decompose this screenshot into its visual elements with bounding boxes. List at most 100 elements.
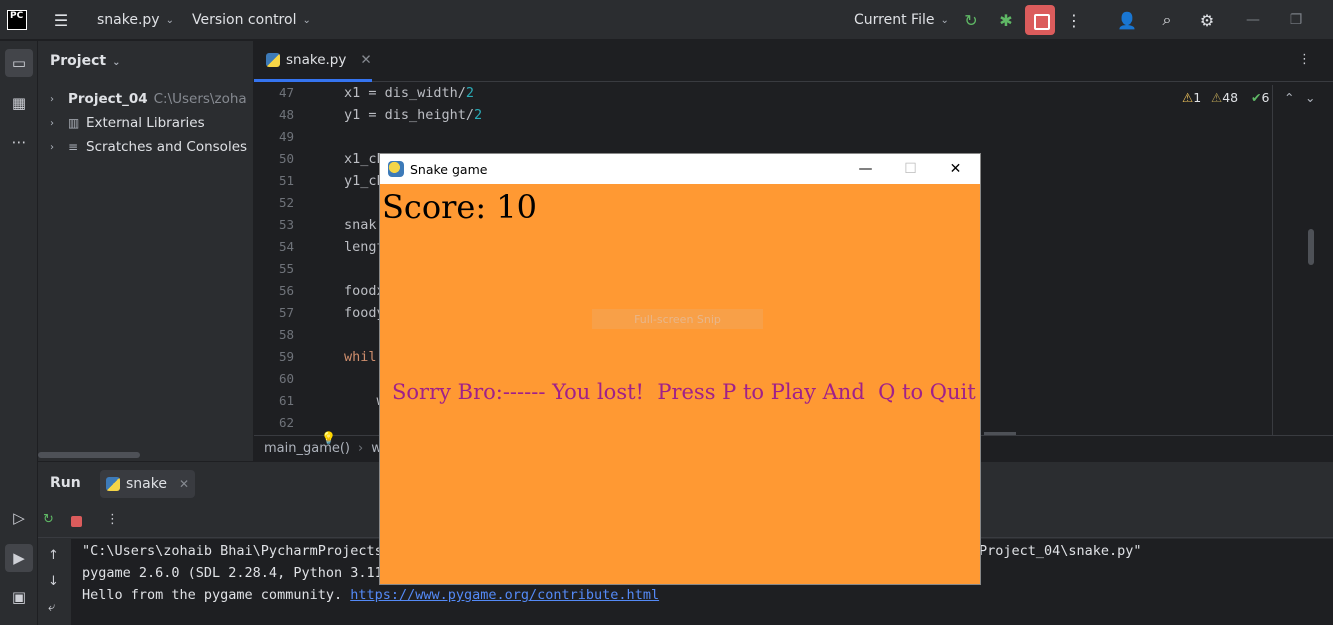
right-margin [1272,85,1273,435]
line-number: 56 [278,283,294,298]
python-file-icon [106,477,120,491]
code-line: x1 = dis_width/2 [344,85,475,101]
more-icon[interactable]: ⋮ [1062,8,1086,32]
run-config-menu[interactable]: Current File ⌄ [854,0,949,40]
console-line: pygame 2.6.0 (SDL 2.28.4, Python 3.11 [82,565,383,581]
line-number: 49 [278,129,294,144]
snake-window-titlebar[interactable]: Snake game — ☐ ✕ [380,154,980,184]
code-line: y1 = dis_height/2 [344,107,483,123]
more-tools-icon[interactable]: ⋯ [5,128,33,156]
console-line: "C:\Users\zohaib Bhai\PycharmProjects [82,543,383,559]
code-line: y1_ch [344,173,385,189]
console-link[interactable]: https://www.pygame.org/contribute.html [350,587,659,603]
chevron-right-icon: › [50,117,54,129]
stop-icon[interactable] [71,516,82,527]
chevron-down-icon[interactable]: ⌄ [1305,89,1315,105]
code-line: foodx [344,283,385,299]
lightbulb-icon[interactable]: 💡 [321,431,336,445]
tree-item-label: External Libraries [86,115,205,131]
line-number: 55 [278,261,294,276]
tree-item-scratches[interactable]: › ≡ Scratches and Consoles [50,136,247,158]
chevron-down-icon: ⌄ [940,14,949,26]
horizontal-scrollbar[interactable] [38,452,140,458]
chevron-right-icon: › [50,141,54,153]
weak-warning-count[interactable]: ⚠ 48 [1211,89,1238,105]
run-tab-snake[interactable]: snake ✕ [100,470,196,498]
weak-warning-icon: ⚠ [1211,89,1223,105]
line-number: 52 [278,195,294,210]
arrow-down-icon[interactable]: ↓ [48,574,59,589]
typo-count[interactable]: ✔ 6 [1251,89,1269,105]
snake-game-window[interactable]: Snake game — ☐ ✕ Score: 10 Full-screen S… [380,154,980,584]
pycharm-logo: PC [7,10,27,30]
tab-label: snake.py [286,52,347,68]
code-line: foody [344,305,385,321]
editor-tab-bar: snake.py ✕ ⋮ [254,41,1333,82]
gear-icon[interactable]: ⚙ [1195,8,1219,32]
game-over-message: Sorry Bro:------ You lost! Press P to Pl… [392,380,976,404]
minimize-icon[interactable]: — [1233,0,1273,40]
minimize-icon[interactable]: — [843,154,888,184]
rerun-icon[interactable]: ↻ [959,8,983,32]
code-line: whil [344,349,377,365]
tree-item-project[interactable]: › Project_04 C:\Users\zoha [50,88,247,110]
project-panel-title[interactable]: Project ⌄ [50,53,120,69]
close-icon[interactable]: ✕ [933,154,978,184]
arrow-up-icon[interactable]: ↑ [48,548,59,563]
tab-snake-py[interactable]: snake.py ✕ [254,41,372,82]
project-panel: Project ⌄ › Project_04 C:\Users\zoha › ▥ … [38,41,254,461]
breadcrumb-function[interactable]: main_game() [264,441,350,456]
restore-icon[interactable]: ❐ [1276,0,1316,40]
line-number: 48 [278,107,294,122]
line-number: 58 [278,327,294,342]
check-icon: ✔ [1251,89,1262,105]
stop-button[interactable] [1025,5,1055,35]
code-line: snak [344,217,377,233]
more-icon[interactable]: ⋮ [106,512,119,527]
snake-window-title: Snake game [410,161,488,177]
line-number: 62 [278,415,294,430]
warning-count-value: 1 [1193,89,1202,105]
hamburger-icon[interactable]: ☰ [49,8,73,32]
typo-count-value: 6 [1261,89,1270,105]
warning-icon: ⚠ [1182,89,1194,105]
close-icon[interactable]: ✕ [360,52,371,68]
file-menu[interactable]: snake.py ⌄ [97,0,174,40]
console-line: Hello from the pygame community. https:/… [82,587,659,603]
project-title-label: Project [50,53,107,69]
snip-overlay: Full-screen Snip [592,309,763,329]
score-text: Score: 10 [382,188,538,226]
run-tab-label: snake [126,476,167,492]
folder-icon[interactable]: ▭ [5,49,33,77]
file-menu-label: snake.py [97,12,160,28]
rerun-icon[interactable]: ↻ [43,512,54,527]
add-user-icon[interactable]: 👤 [1115,8,1139,32]
bug-icon[interactable]: ✱ [994,8,1018,32]
maximize-icon[interactable]: ☐ [888,154,933,184]
line-number: 54 [278,239,294,254]
chevron-up-icon[interactable]: ⌃ [1284,89,1294,105]
soft-wrap-icon[interactable]: ⤶ [48,600,55,615]
line-number: 50 [278,151,294,166]
tree-item-external-libraries[interactable]: › ▥ External Libraries [50,112,205,134]
warning-count[interactable]: ⚠ 1 [1182,89,1201,105]
run-tool-icon[interactable]: ▶ [5,544,33,572]
scratches-icon: ≡ [68,140,79,154]
vertical-scrollbar[interactable] [1308,229,1314,265]
pygame-logo-icon [388,161,404,177]
line-number: 51 [278,173,294,188]
close-icon[interactable]: ✕ [179,477,189,491]
terminal-icon[interactable]: ▣ [5,583,33,611]
structure-icon[interactable]: ▦ [5,89,33,117]
code-line: lengt [344,239,385,255]
more-icon[interactable]: ⋮ [1298,52,1311,67]
services-icon[interactable]: ▷ [5,504,33,532]
tree-item-label: Project_04 [68,91,148,107]
breadcrumb-separator: › [358,441,364,456]
run-panel-title: Run [50,475,81,491]
search-icon[interactable]: ⌕ [1155,8,1179,32]
line-number: 47 [278,85,294,100]
line-number: 59 [278,349,294,364]
ide-title-bar: PC ☰ snake.py ⌄ Version control ⌄ Current … [0,0,1333,40]
vcs-menu[interactable]: Version control ⌄ [192,0,311,40]
